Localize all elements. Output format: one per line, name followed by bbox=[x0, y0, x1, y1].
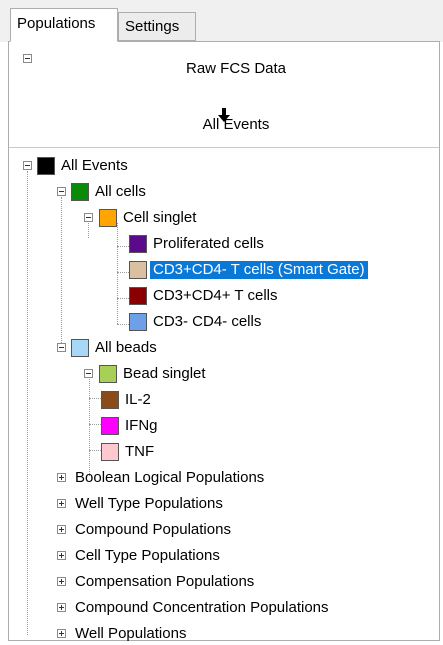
color-swatch bbox=[129, 287, 147, 305]
color-swatch bbox=[101, 443, 119, 461]
node-label: IFNg bbox=[125, 417, 158, 434]
node-label: CD3+CD4+ T cells bbox=[153, 287, 278, 304]
collapse-icon[interactable] bbox=[57, 187, 66, 196]
tree-node-well-populations[interactable]: Well Populations bbox=[9, 623, 429, 645]
node-label: Compound Concentration Populations bbox=[75, 599, 329, 616]
tree-node-cell-type-populations[interactable]: Cell Type Populations bbox=[9, 545, 429, 567]
tree-node-all-cells[interactable]: All cells bbox=[9, 181, 429, 203]
tree-node-proliferated-cells[interactable]: Proliferated cells bbox=[9, 233, 429, 255]
flow-target-label: All Events bbox=[202, 116, 270, 133]
color-swatch bbox=[99, 365, 117, 383]
node-label: All Events bbox=[61, 157, 128, 174]
tab-populations[interactable]: Populations bbox=[10, 8, 118, 42]
node-label: Compensation Populations bbox=[75, 573, 255, 590]
node-label: TNF bbox=[125, 443, 155, 460]
flow-source-label: Raw FCS Data bbox=[185, 60, 287, 77]
collapse-icon[interactable] bbox=[84, 369, 93, 378]
expand-icon[interactable] bbox=[57, 473, 66, 482]
node-label: IL-2 bbox=[125, 391, 151, 408]
color-swatch bbox=[129, 235, 147, 253]
tree-node-boolean-logical-populations[interactable]: Boolean Logical Populations bbox=[9, 467, 429, 489]
tree-node-cd3-cd4-neg[interactable]: CD3+CD4- T cells (Smart Gate) bbox=[9, 259, 429, 281]
tree-node-compensation-populations[interactable]: Compensation Populations bbox=[9, 571, 429, 593]
node-label: Cell Type Populations bbox=[75, 547, 220, 564]
color-swatch bbox=[71, 183, 89, 201]
flow-panel: Raw FCS Data All Events bbox=[9, 42, 439, 148]
collapse-icon[interactable] bbox=[23, 161, 32, 170]
node-label: Well Type Populations bbox=[75, 495, 223, 512]
tree-node-compound-populations[interactable]: Compound Populations bbox=[9, 519, 429, 541]
expand-icon[interactable] bbox=[57, 629, 66, 638]
node-label: All cells bbox=[95, 183, 146, 200]
tree-node-cell-singlet[interactable]: Cell singlet bbox=[9, 207, 429, 229]
expand-icon[interactable] bbox=[57, 525, 66, 534]
tree-node-all-beads[interactable]: All beads bbox=[9, 337, 429, 359]
color-swatch bbox=[129, 313, 147, 331]
node-label: Cell singlet bbox=[123, 209, 197, 226]
tree-node-il2[interactable]: IL-2 bbox=[9, 389, 429, 411]
expand-icon[interactable] bbox=[57, 551, 66, 560]
tab-settings[interactable]: Settings bbox=[118, 12, 196, 41]
expand-icon[interactable] bbox=[57, 499, 66, 508]
color-swatch bbox=[37, 157, 55, 175]
tree-node-ifng[interactable]: IFNg bbox=[9, 415, 429, 437]
color-swatch bbox=[99, 209, 117, 227]
expand-icon[interactable] bbox=[57, 577, 66, 586]
expand-icon[interactable] bbox=[57, 603, 66, 612]
tree-node-bead-singlet[interactable]: Bead singlet bbox=[9, 363, 429, 385]
tree-node-well-type-populations[interactable]: Well Type Populations bbox=[9, 493, 429, 515]
color-swatch bbox=[101, 417, 119, 435]
tree-node-all-events[interactable]: All Events bbox=[9, 155, 429, 177]
node-label: CD3- CD4- cells bbox=[153, 313, 262, 330]
tree-node-cd3-cd4-pos[interactable]: CD3+CD4+ T cells bbox=[9, 285, 429, 307]
node-label: Bead singlet bbox=[123, 365, 206, 382]
tree-node-cd3-cd4-double-neg[interactable]: CD3- CD4- cells bbox=[9, 311, 429, 333]
node-label: Compound Populations bbox=[75, 521, 231, 538]
tab-populations-label: Populations bbox=[17, 15, 96, 32]
node-label: Boolean Logical Populations bbox=[75, 469, 265, 486]
node-label: Proliferated cells bbox=[153, 235, 264, 252]
collapse-icon[interactable] bbox=[57, 343, 66, 352]
color-swatch bbox=[129, 261, 147, 279]
collapse-icon[interactable] bbox=[84, 213, 93, 222]
node-label: All beads bbox=[95, 339, 157, 356]
populations-pane: Raw FCS Data All Events All Events All c bbox=[8, 41, 440, 642]
tab-strip: Populations Settings bbox=[0, 0, 443, 42]
tree-node-tnf[interactable]: TNF bbox=[9, 441, 429, 463]
color-swatch bbox=[71, 339, 89, 357]
population-tree: All Events All cells Cell singlet Prolif… bbox=[9, 152, 439, 642]
tab-settings-label: Settings bbox=[125, 18, 180, 35]
color-swatch bbox=[101, 391, 119, 409]
node-label: CD3+CD4- T cells (Smart Gate) bbox=[150, 261, 368, 279]
tree-node-compound-concentration-populations[interactable]: Compound Concentration Populations bbox=[9, 597, 429, 619]
node-label: Well Populations bbox=[75, 625, 187, 642]
